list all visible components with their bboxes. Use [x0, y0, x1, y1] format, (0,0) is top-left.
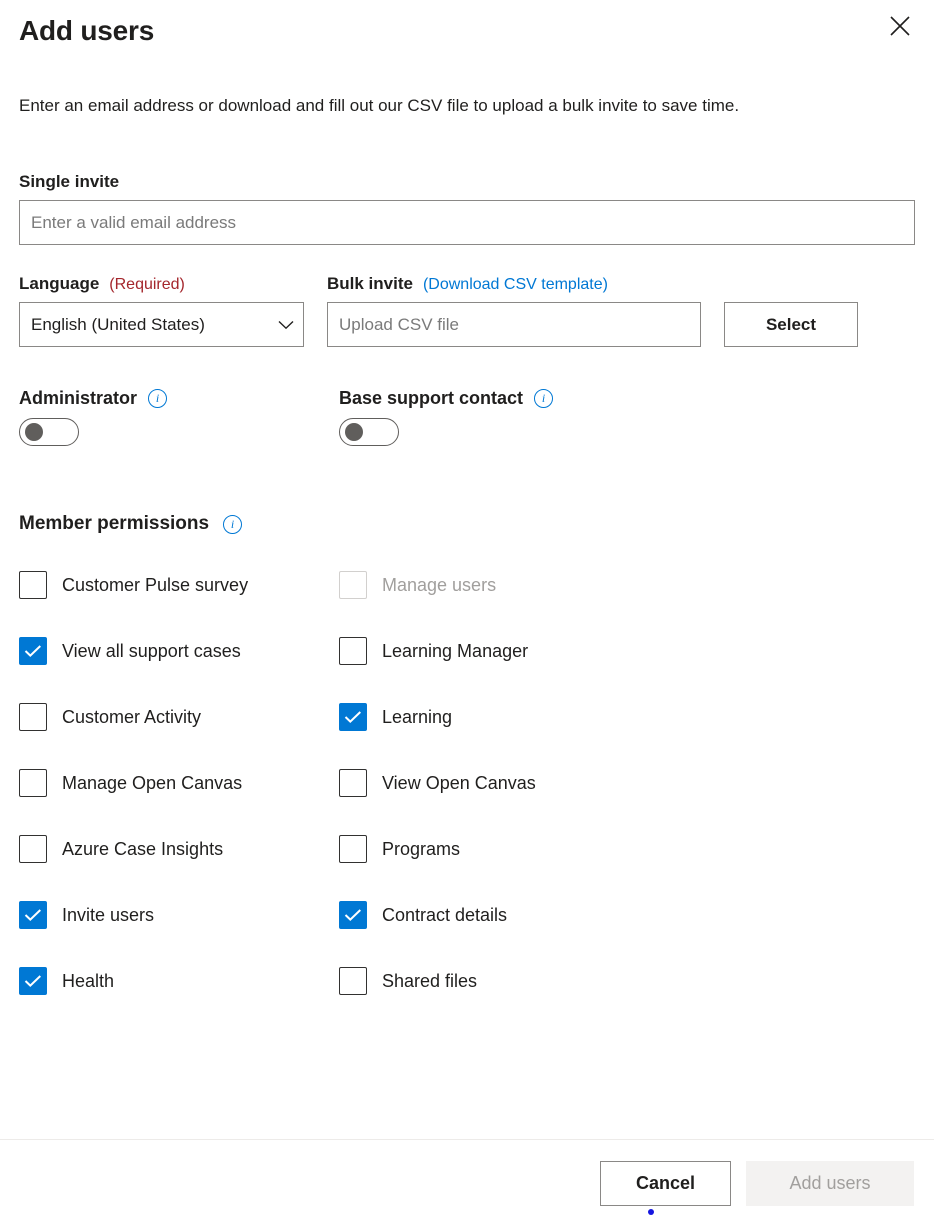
administrator-label-line: Administrator i [19, 387, 339, 409]
checkbox-box [19, 703, 47, 731]
language-select-value: English (United States) [31, 314, 205, 334]
info-icon[interactable]: i [223, 514, 243, 534]
language-label: Language [19, 274, 100, 293]
single-invite-label-row: Single invite [19, 171, 915, 193]
bulk-invite-label-row: Bulk invite (Download CSV template) [327, 273, 701, 295]
administrator-label: Administrator [19, 388, 138, 408]
base-support-contact-label: Base support contact [339, 388, 524, 408]
checkbox-invite-users[interactable]: Invite users [19, 882, 339, 948]
language-required-tag: (Required) [109, 276, 185, 293]
info-icon[interactable]: i [534, 388, 554, 408]
checkbox-label: Health [62, 971, 115, 991]
checkbox-box [339, 967, 367, 995]
checkbox-box [19, 637, 47, 665]
language-select[interactable]: English (United States) [19, 302, 304, 347]
checkbox-box [19, 901, 47, 929]
checkbox-view-open-canvas[interactable]: View Open Canvas [339, 750, 915, 816]
checkbox-box [19, 769, 47, 797]
dialog-body: Enter an email address or download and f… [0, 48, 934, 1139]
select-file-button[interactable]: Select [724, 302, 858, 347]
checkbox-box [339, 835, 367, 863]
info-icon[interactable]: i [148, 388, 168, 408]
checkbox-box [339, 571, 367, 599]
csv-upload-input[interactable] [327, 302, 701, 347]
toggle-knob [25, 423, 43, 441]
checkbox-learning[interactable]: Learning [339, 684, 915, 750]
checkbox-learning-manager[interactable]: Learning Manager [339, 618, 915, 684]
checkbox-label: Programs [382, 839, 461, 859]
language-bulk-row: Language (Required) English (United Stat… [19, 273, 915, 347]
bulk-invite-field: Bulk invite (Download CSV template) [327, 273, 701, 347]
checkbox-label: Azure Case Insights [62, 839, 224, 859]
checkbox-label: Learning Manager [382, 641, 529, 661]
base-support-contact-toggle-group: Base support contact i [339, 387, 554, 450]
page-title: Add users [19, 15, 155, 46]
checkbox-box [19, 967, 47, 995]
single-invite-section: Single invite [19, 171, 915, 245]
bulk-invite-label: Bulk invite [327, 274, 413, 293]
toggle-row: Administrator i Base support contact i [19, 387, 915, 450]
member-permissions-title: Member permissions [19, 513, 210, 534]
checkbox-programs[interactable]: Programs [339, 816, 915, 882]
base-support-contact-toggle[interactable] [339, 418, 399, 446]
checkbox-manage-users: Manage users [339, 552, 915, 618]
member-permissions-section: Member permissions i Customer Pulse surv… [19, 513, 915, 1014]
close-icon [889, 15, 911, 37]
cursor-click-marker [648, 1209, 654, 1215]
checkbox-label: Manage users [382, 575, 497, 595]
add-users-button[interactable]: Add users [746, 1161, 914, 1206]
dialog-description: Enter an email address or download and f… [19, 96, 740, 115]
checkbox-label: Contract details [382, 905, 508, 925]
checkbox-box [339, 901, 367, 929]
checkbox-box [339, 703, 367, 731]
checkbox-label: Manage Open Canvas [62, 773, 243, 793]
checkbox-view-all-support-cases[interactable]: View all support cases [19, 618, 339, 684]
checkbox-customer-activity[interactable]: Customer Activity [19, 684, 339, 750]
language-label-row: Language (Required) [19, 273, 304, 295]
administrator-toggle-group: Administrator i [19, 387, 339, 450]
checkbox-health[interactable]: Health [19, 948, 339, 1014]
add-users-dialog: Add users Enter an email address or down… [0, 0, 934, 1228]
checkbox-contract-details[interactable]: Contract details [339, 882, 915, 948]
checkbox-label: Customer Activity [62, 707, 202, 727]
dialog-header: Add users [0, 0, 934, 48]
checkbox-azure-case-insights[interactable]: Azure Case Insights [19, 816, 339, 882]
close-button[interactable] [880, 6, 920, 46]
checkbox-manage-open-canvas[interactable]: Manage Open Canvas [19, 750, 339, 816]
checkbox-label: Customer Pulse survey [62, 575, 249, 595]
administrator-toggle[interactable] [19, 418, 79, 446]
single-invite-label: Single invite [19, 172, 120, 191]
checkbox-shared-files[interactable]: Shared files [339, 948, 915, 1014]
base-support-contact-label-line: Base support contact i [339, 387, 554, 409]
dialog-footer: Cancel Add users [0, 1139, 934, 1228]
permissions-grid: Customer Pulse survey Manage users View … [19, 552, 915, 1014]
checkbox-box [19, 571, 47, 599]
download-csv-template-link[interactable]: (Download CSV template) [423, 276, 608, 294]
checkbox-label: Learning [382, 707, 453, 727]
member-permissions-header: Member permissions i [19, 513, 915, 535]
checkbox-label: View Open Canvas [382, 773, 536, 793]
checkbox-customer-pulse-survey[interactable]: Customer Pulse survey [19, 552, 339, 618]
toggle-knob [345, 423, 363, 441]
chevron-down-icon [278, 320, 294, 330]
checkbox-box [19, 835, 47, 863]
checkbox-box [339, 769, 367, 797]
checkbox-label: View all support cases [62, 641, 241, 661]
language-field: Language (Required) English (United Stat… [19, 273, 304, 347]
select-file-wrapper: Select [724, 302, 858, 347]
cancel-button[interactable]: Cancel [600, 1161, 731, 1206]
email-input[interactable] [19, 200, 915, 245]
checkbox-label: Invite users [62, 905, 155, 925]
checkbox-label: Shared files [382, 971, 478, 991]
checkbox-box [339, 637, 367, 665]
